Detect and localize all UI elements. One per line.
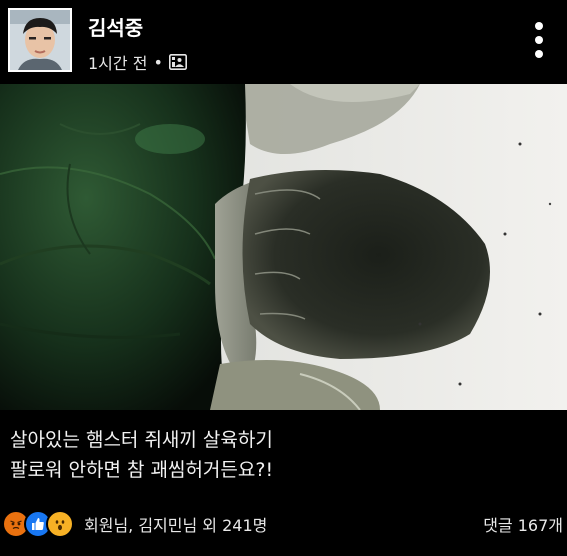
profile-photo [10,10,70,70]
post-footer: 회원님, 김지민님 외 241명 댓글 167개 [0,510,567,542]
post-time[interactable]: 1시간 전 [88,50,147,74]
meta-separator: • [153,52,163,72]
reaction-summary[interactable]: 회원님, 김지민님 외 241명 [84,512,267,536]
more-options-icon[interactable] [529,18,549,58]
post-meta: 1시간 전 • [88,50,187,74]
post-header: 김석중 1시간 전 • [0,0,567,84]
caption-line-2: 팔로워 안하면 참 괘씸허거든요?! [10,459,274,481]
wow-icon [46,510,74,538]
caption-line-1: 살아있는 햄스터 쥐새끼 살육하기 [10,429,273,451]
comment-count[interactable]: 댓글 167개 [483,512,563,536]
post-caption: 살아있는 햄스터 쥐새끼 살육하기 팔로워 안하면 참 괘씸허거든요?! [10,425,550,485]
turtle-photo [0,84,567,410]
avatar[interactable] [8,8,72,72]
reaction-icons[interactable] [2,510,74,538]
author-name[interactable]: 김석중 [88,12,143,41]
post-photo[interactable] [0,84,567,410]
audience-friends-icon[interactable] [168,54,187,70]
